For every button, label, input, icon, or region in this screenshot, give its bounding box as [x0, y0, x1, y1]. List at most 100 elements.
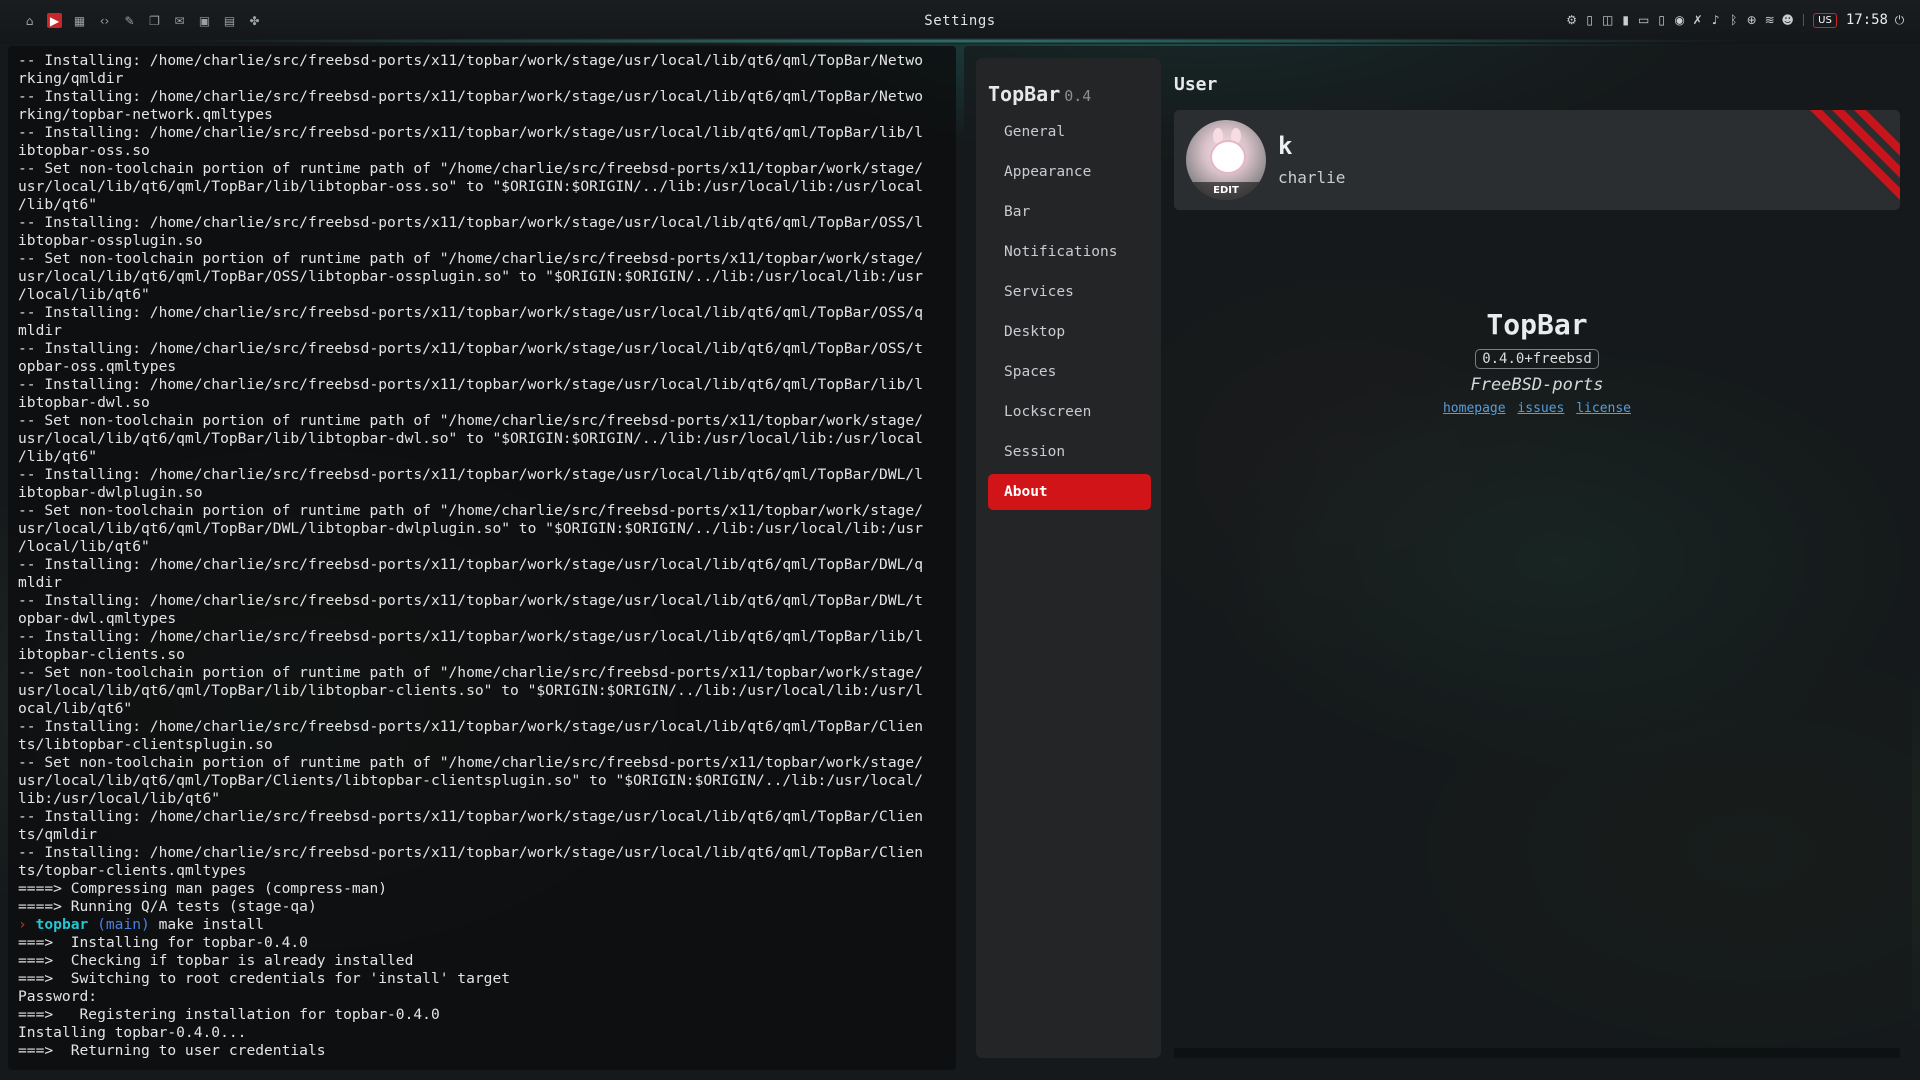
sidebar-item-services[interactable]: Services: [988, 274, 1151, 310]
terminal-line: ibtopbar-ossplugin.so: [18, 232, 203, 249]
terminal-line: usr/local/lib/qt6/qml/TopBar/OSS/libtopb…: [18, 268, 923, 285]
terminal-line: rking/topbar-network.qmltypes: [18, 106, 273, 123]
terminal-line: mldir: [18, 322, 62, 339]
terminal-line: Installing topbar-0.4.0...: [18, 1024, 247, 1041]
settings-sidebar: TopBar 0.4 General Appearance Bar Notificati…: [976, 58, 1161, 1058]
app-version: 0.4: [1064, 87, 1092, 105]
user-username: charlie: [1278, 168, 1346, 187]
terminal-line: -- Set non-toolchain portion of runtime …: [18, 250, 923, 267]
terminal-line: usr/local/lib/qt6/qml/TopBar/lib/libtopb…: [18, 430, 923, 447]
avatar[interactable]: EDIT: [1186, 120, 1266, 200]
volume-icon[interactable]: ♪: [1709, 13, 1722, 27]
terminal-line: /lib/qt6": [18, 196, 98, 213]
terminal-line: ts/libtopbar-clientsplugin.so: [18, 736, 273, 753]
top-bar: ⌂ ▶ ▦ ‹› ✎ ❐ ✉ ▣ ▤ ✤ Settings ⚙ ▯ ◫ ▮ ▭ ▯ ◉ ✗ ♪ ᛒ ⊕ ≋ ☻ US 17…: [0, 0, 1920, 44]
bluetooth-icon[interactable]: ᛒ: [1727, 13, 1740, 27]
battery-icon[interactable]: ▯: [1583, 13, 1596, 27]
wifi-icon[interactable]: ≋: [1763, 13, 1776, 27]
terminal-line: -- Installing: /home/charlie/src/freebsd…: [18, 466, 923, 483]
terminal-line: mldir: [18, 574, 62, 591]
terminal-line: /local/lib/qt6": [18, 538, 150, 555]
terminal-line: -- Installing: /home/charlie/src/freebsd…: [18, 124, 923, 141]
user-display-name: k: [1278, 132, 1293, 160]
terminal-line: -- Set non-toolchain portion of runtime …: [18, 502, 923, 519]
device-icon[interactable]: ▯: [1655, 13, 1668, 27]
terminal-prompt: › topbar (main) make install: [18, 916, 946, 934]
terminal-line: ===> Registering installation for topbar…: [18, 1006, 440, 1023]
storage-icon[interactable]: ▮: [1619, 13, 1632, 27]
prompt-arrow: ›: [18, 916, 27, 933]
sidebar-item-notifications[interactable]: Notifications: [988, 234, 1151, 270]
terminal-line: -- Installing: /home/charlie/src/freebsd…: [18, 304, 923, 321]
terminal-line: -- Installing: /home/charlie/src/freebsd…: [18, 628, 923, 645]
terminal-line: -- Installing: /home/charlie/src/freebsd…: [18, 214, 923, 231]
issues-link[interactable]: issues: [1517, 401, 1564, 416]
terminal-line: -- Installing: /home/charlie/src/freebsd…: [18, 88, 923, 105]
terminal-line: ===> Checking if topbar is already insta…: [18, 952, 414, 969]
terminal-line: usr/local/lib/qt6/qml/TopBar/DWL/libtopb…: [18, 520, 923, 537]
power-icon[interactable]: ⏻: [1893, 13, 1906, 28]
terminal-output: -- Installing: /home/charlie/src/freebsd…: [18, 52, 946, 916]
layout-icon[interactable]: ▭: [1637, 13, 1650, 27]
display-icon[interactable]: ◫: [1601, 13, 1614, 27]
terminal-line: -- Set non-toolchain portion of runtime …: [18, 160, 923, 177]
terminal-window[interactable]: -- Installing: /home/charlie/src/freebsd…: [8, 46, 956, 1070]
app-name: TopBar: [988, 82, 1061, 106]
settings-window: TopBar 0.4 General Appearance Bar Notificati…: [964, 46, 1912, 1070]
terminal-line: -- Installing: /home/charlie/src/freebsd…: [18, 808, 923, 825]
terminal-line: -- Set non-toolchain portion of runtime …: [18, 664, 923, 681]
terminal-line: ibtopbar-oss.so: [18, 142, 150, 159]
sidebar-item-bar[interactable]: Bar: [988, 194, 1151, 230]
sidebar-item-about[interactable]: About: [988, 474, 1151, 510]
terminal-line: lib:/usr/local/lib/qt6": [18, 790, 221, 807]
terminal-line: opbar-dwl.qmltypes: [18, 610, 177, 627]
terminal-line: /lib/qt6": [18, 448, 98, 465]
about-links: homepage issues license: [1174, 401, 1900, 416]
prompt-directory: topbar: [35, 916, 89, 933]
terminal-line: ===> Installing for topbar-0.4.0: [18, 934, 308, 951]
sidebar-item-appearance[interactable]: Appearance: [988, 154, 1151, 190]
terminal-line: /local/lib/qt6": [18, 286, 150, 303]
clock[interactable]: 17:58: [1846, 12, 1888, 28]
terminal-line: ===> Returning to user credentials: [18, 1042, 326, 1059]
decorative-stripes: [1810, 110, 1900, 200]
terminal-line: ====> Compressing man pages (compress-ma…: [18, 880, 388, 897]
terminal-line: -- Installing: /home/charlie/src/freebsd…: [18, 340, 923, 357]
terminal-line: -- Installing: /home/charlie/src/freebsd…: [18, 592, 923, 609]
terminal-line: opbar-oss.qmltypes: [18, 358, 177, 375]
terminal-line: ibtopbar-clients.so: [18, 646, 185, 663]
content-footer: [1174, 1048, 1900, 1058]
sidebar-item-session[interactable]: Session: [988, 434, 1151, 470]
sidebar-item-desktop[interactable]: Desktop: [988, 314, 1151, 350]
settings-content: User EDIT k charlie TopBar 0.4.0+freebsd…: [1174, 58, 1900, 1058]
sidebar-item-lockscreen[interactable]: Lockscreen: [988, 394, 1151, 430]
terminal-line: -- Installing: /home/charlie/src/freebsd…: [18, 556, 923, 573]
terminal-line: usr/local/lib/qt6/qml/TopBar/Clients/lib…: [18, 772, 923, 789]
network-icon[interactable]: ⊕: [1745, 13, 1758, 27]
keyboard-layout-badge[interactable]: US: [1813, 12, 1837, 28]
homepage-link[interactable]: homepage: [1443, 401, 1506, 416]
terminal-line: usr/local/lib/qt6/qml/TopBar/lib/libtopb…: [18, 682, 923, 699]
mic-icon[interactable]: ◉: [1673, 13, 1686, 27]
avatar-edit-button[interactable]: EDIT: [1186, 182, 1266, 200]
terminal-line: -- Installing: /home/charlie/src/freebsd…: [18, 52, 923, 69]
terminal-line: -- Set non-toolchain portion of runtime …: [18, 412, 923, 429]
about-version-badge: 0.4.0+freebsd: [1475, 349, 1599, 369]
terminal-line: ====> Running Q/A tests (stage-qa): [18, 898, 317, 915]
license-link[interactable]: license: [1576, 401, 1631, 416]
sidebar-item-general[interactable]: General: [988, 114, 1151, 150]
tray-separator: [1803, 14, 1805, 26]
sidebar-item-spaces[interactable]: Spaces: [988, 354, 1151, 390]
system-tray: ⚙ ▯ ◫ ▮ ▭ ▯ ◉ ✗ ♪ ᛒ ⊕ ≋ ☻ US 17:58 ⏻: [1565, 12, 1906, 28]
terminal-line: ibtopbar-dwlplugin.so: [18, 484, 203, 501]
mic-mute-icon[interactable]: ✗: [1691, 13, 1704, 27]
about-panel: TopBar 0.4.0+freebsd FreeBSD-ports homep…: [1174, 308, 1900, 416]
settings-icon[interactable]: ⚙: [1565, 13, 1578, 27]
about-app-name: TopBar: [1486, 308, 1588, 341]
terminal-line: -- Installing: /home/charlie/src/freebsd…: [18, 844, 923, 861]
prompt-command: make install: [158, 916, 265, 933]
terminal-line: Password:: [18, 988, 98, 1005]
app-title: TopBar 0.4: [988, 82, 1091, 106]
daemon-icon[interactable]: ☻: [1781, 13, 1794, 27]
terminal-line: rking/qmldir: [18, 70, 124, 87]
